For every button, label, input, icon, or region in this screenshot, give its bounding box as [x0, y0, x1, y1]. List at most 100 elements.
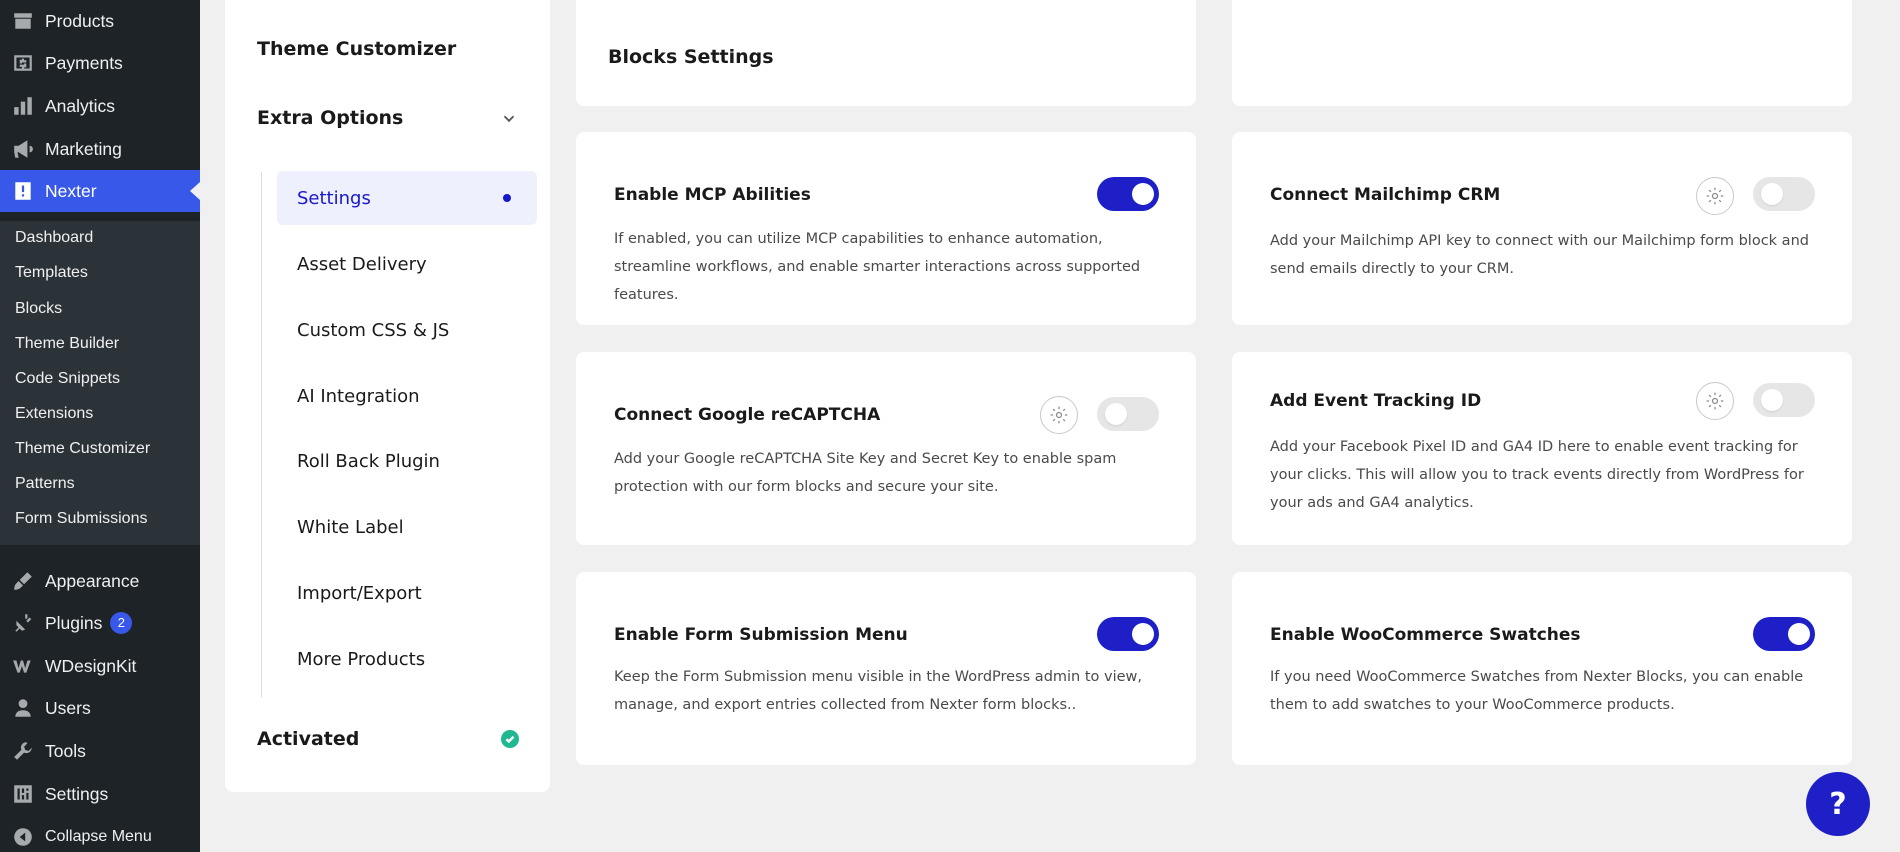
recaptcha-toggle[interactable] — [1097, 397, 1159, 431]
nav-asset-delivery[interactable]: Asset Delivery — [277, 237, 537, 291]
nav-settings[interactable]: Settings — [277, 171, 537, 225]
menu-label: Users — [45, 697, 91, 718]
extra-options-toggle[interactable]: Extra Options — [257, 107, 403, 129]
nexter-submenu: Dashboard Templates Blocks Theme Builder… — [0, 221, 200, 545]
card-description: Add your Mailchimp API key to connect wi… — [1270, 233, 1809, 277]
submenu-form-submissions[interactable]: Form Submissions — [15, 510, 147, 528]
menu-appearance[interactable]: Appearance — [0, 560, 200, 602]
archive-icon — [0, 10, 45, 32]
help-button[interactable]: ? — [1806, 772, 1870, 836]
nav-label: Import/Export — [297, 582, 422, 604]
card-event-tracking: Add Event Tracking ID Add your Facebook … — [1232, 352, 1852, 545]
collapse-icon — [0, 826, 45, 848]
nav-more-products[interactable]: More Products — [277, 632, 537, 686]
submenu-dashboard[interactable]: Dashboard — [15, 229, 93, 247]
submenu-code-snippets[interactable]: Code Snippets — [15, 370, 120, 388]
activated-status: Activated — [257, 728, 360, 750]
card-woocommerce-swatches: Enable WooCommerce Swatches If you need … — [1232, 572, 1852, 765]
menu-label: Marketing — [45, 138, 122, 159]
menu-label: WDesignKit — [45, 655, 137, 676]
menu-label: Nexter — [45, 180, 97, 201]
menu-label: Analytics — [45, 95, 116, 116]
form-submission-menu-toggle[interactable] — [1097, 617, 1159, 651]
gear-icon[interactable] — [1040, 396, 1078, 434]
submenu-blocks[interactable]: Blocks — [15, 300, 62, 318]
active-dot-icon — [503, 194, 511, 202]
card-form-submission-menu: Enable Form Submission Menu Keep the For… — [576, 572, 1196, 765]
menu-label: Products — [45, 10, 115, 31]
settings-nav-panel: Theme Customizer Extra Options Settings … — [225, 0, 550, 792]
bar-chart-icon — [0, 95, 45, 117]
blocks-settings-title: Blocks Settings — [608, 46, 774, 68]
menu-collapse[interactable]: Collapse Menu — [0, 816, 200, 852]
card-description: Add your Facebook Pixel ID and GA4 ID he… — [1270, 439, 1804, 511]
nav-roll-back-plugin[interactable]: Roll Back Plugin — [277, 434, 537, 488]
menu-marketing[interactable]: Marketing — [0, 128, 200, 170]
user-icon — [0, 697, 45, 719]
submenu-theme-customizer[interactable]: Theme Customizer — [15, 440, 150, 458]
toggle-knob — [1761, 183, 1783, 205]
card-title: Add Event Tracking ID — [1270, 391, 1482, 411]
menu-wdesignkit[interactable]: WDesignKit — [0, 645, 200, 687]
menu-plugins[interactable]: Plugins 2 — [0, 602, 200, 644]
menu-users[interactable]: Users — [0, 687, 200, 729]
chevron-down-icon[interactable] — [500, 110, 518, 128]
card-description: If you need WooCommerce Swatches from Ne… — [1270, 669, 1804, 713]
gear-icon[interactable] — [1696, 177, 1734, 215]
previous-card-remainder — [1232, 0, 1852, 106]
menu-analytics[interactable]: Analytics — [0, 85, 200, 127]
nav-import-export[interactable]: Import/Export — [277, 566, 537, 620]
wdesignkit-icon — [0, 655, 45, 677]
event-tracking-toggle[interactable] — [1753, 383, 1815, 417]
megaphone-icon — [0, 138, 45, 160]
card-title: Connect Mailchimp CRM — [1270, 185, 1501, 205]
submenu-extensions[interactable]: Extensions — [15, 405, 93, 423]
menu-label: Plugins — [45, 612, 103, 633]
mailchimp-crm-toggle[interactable] — [1753, 177, 1815, 211]
mcp-abilities-toggle[interactable] — [1097, 177, 1159, 211]
menu-tools[interactable]: Tools — [0, 730, 200, 772]
nav-white-label[interactable]: White Label — [277, 500, 537, 554]
card-google-recaptcha: Connect Google reCAPTCHA Add your Google… — [576, 352, 1196, 545]
toggle-knob — [1132, 623, 1154, 645]
nav-divider-line — [261, 172, 262, 697]
nav-label: Roll Back Plugin — [297, 450, 440, 472]
nav-label: AI Integration — [297, 385, 420, 407]
woocommerce-swatches-toggle[interactable] — [1753, 617, 1815, 651]
menu-label: Payments — [45, 52, 123, 73]
submenu-theme-builder[interactable]: Theme Builder — [15, 335, 119, 353]
nav-custom-css-js[interactable]: Custom CSS & JS — [277, 303, 537, 357]
wp-admin-sidebar: Products Payments Analytics Marketing Ne… — [0, 0, 200, 852]
card-title: Enable Form Submission Menu — [614, 625, 908, 645]
card-title: Enable WooCommerce Swatches — [1270, 625, 1581, 645]
menu-settings[interactable]: Settings — [0, 773, 200, 815]
theme-customizer-link[interactable]: Theme Customizer — [257, 38, 456, 60]
submenu-patterns[interactable]: Patterns — [15, 475, 75, 493]
menu-label: Appearance — [45, 570, 140, 591]
gear-icon[interactable] — [1696, 382, 1734, 420]
wrench-icon — [0, 740, 45, 762]
menu-label: Collapse Menu — [45, 828, 152, 845]
card-title: Connect Google reCAPTCHA — [614, 405, 881, 425]
toggle-knob — [1788, 623, 1810, 645]
card-description: If enabled, you can utilize MCP capabili… — [614, 231, 1141, 303]
menu-label: Tools — [45, 740, 86, 761]
check-circle-icon — [501, 730, 519, 748]
menu-payments[interactable]: Payments — [0, 42, 200, 84]
brush-icon — [0, 570, 45, 592]
dollar-icon — [0, 52, 45, 74]
nav-ai-integration[interactable]: AI Integration — [277, 369, 537, 423]
nav-label: White Label — [297, 516, 404, 538]
nav-label: More Products — [297, 648, 426, 670]
menu-nexter[interactable]: Nexter — [0, 170, 200, 212]
plug-icon — [0, 612, 45, 634]
card-mailchimp-crm: Connect Mailchimp CRM Add your Mailchimp… — [1232, 132, 1852, 325]
card-description: Keep the Form Submission menu visible in… — [614, 669, 1143, 713]
card-title: Enable MCP Abilities — [614, 185, 811, 205]
nav-label: Asset Delivery — [297, 253, 427, 275]
menu-products[interactable]: Products — [0, 0, 200, 42]
menu-label: Settings — [45, 783, 109, 804]
nav-label: Custom CSS & JS — [297, 319, 450, 341]
sliders-icon — [0, 783, 45, 805]
submenu-templates[interactable]: Templates — [15, 264, 88, 282]
